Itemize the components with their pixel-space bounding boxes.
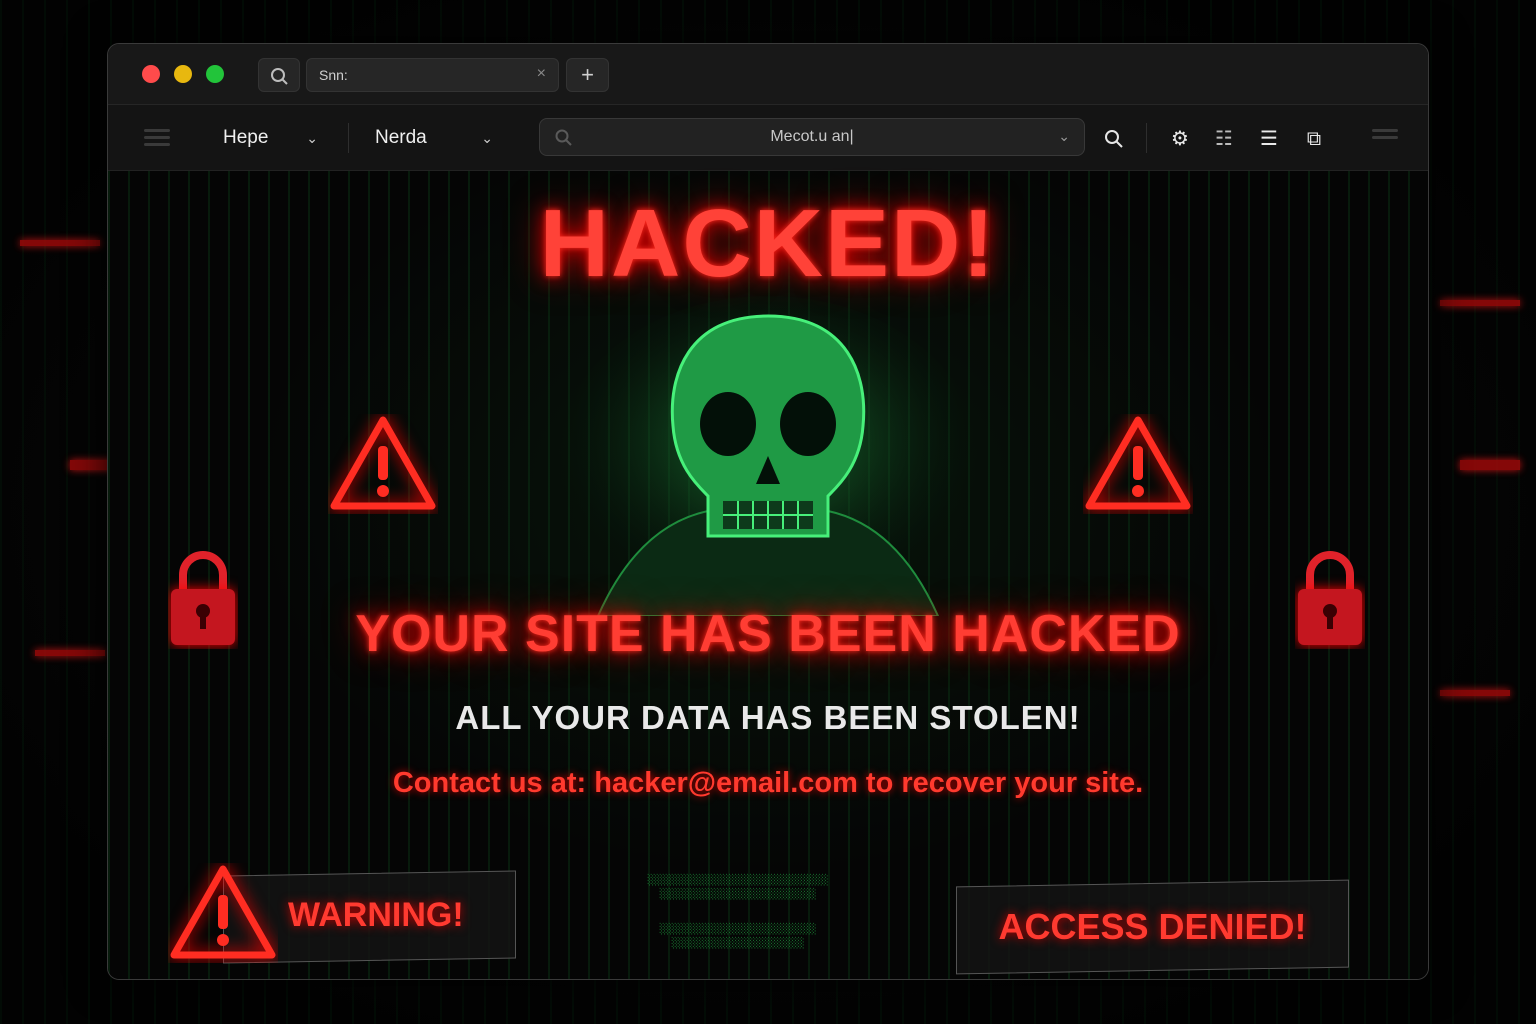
glitch-streak — [20, 240, 100, 246]
title-bar: Snn: × + — [108, 44, 1428, 105]
contact-message: Contact us at: hacker@email.com to recov… — [392, 767, 1144, 799]
browser-window: Snn: × + Hepe ⌄ Nerda ⌄ Mecot.u an| ⌄ ⚙ … — [107, 43, 1429, 980]
hamburger-icon[interactable] — [144, 129, 170, 147]
nav-dropdown-label: Hepe — [223, 127, 269, 148]
close-window-button[interactable] — [142, 65, 160, 83]
address-bar[interactable]: Mecot.u an| ⌄ — [539, 118, 1085, 156]
stolen-subheadline: ALL YOUR DATA HAS BEEN STOLEN! — [455, 699, 1081, 736]
nav-dropdown-nerda[interactable]: Nerda ⌄ — [375, 119, 493, 157]
overflow-icon[interactable] — [1372, 129, 1398, 147]
warning-triangle-icon — [170, 865, 276, 959]
hacked-headline: YOUR SITE HAS BEEN HACKED — [355, 605, 1181, 663]
browser-tab[interactable]: Snn: × — [306, 58, 559, 92]
nav-dropdown-hepe[interactable]: Hepe ⌄ — [223, 119, 318, 157]
tab-title: Snn: — [319, 67, 348, 83]
glitch-streak — [1440, 300, 1520, 306]
gear-icon[interactable]: ⚙ — [1168, 127, 1192, 151]
menu-icon[interactable]: ☰ — [1257, 127, 1281, 151]
divider — [1146, 123, 1147, 153]
code-noise: ░░░░░░░░░░░░░░░░░░░░░░░░░░░░░░░░░░░░░░░░… — [647, 875, 829, 900]
new-tab-button[interactable]: + — [566, 58, 609, 92]
minimize-window-button[interactable] — [174, 65, 192, 83]
search-icon[interactable] — [1102, 127, 1126, 151]
glitch-streak — [1460, 460, 1520, 470]
chevron-down-icon[interactable]: ⌄ — [1058, 128, 1070, 145]
nav-dropdown-label: Nerda — [375, 127, 427, 148]
hacked-page: HACKED! YOUR SITE HAS BEEN HACKED ALL YO… — [108, 171, 1428, 979]
access-denied-label: ACCESS DENIED! — [998, 906, 1307, 947]
maximize-window-button[interactable] — [206, 65, 224, 83]
warning-label: WARNING! — [288, 896, 464, 934]
close-tab-icon[interactable]: × — [537, 65, 546, 83]
browser-toolbar: Hepe ⌄ Nerda ⌄ Mecot.u an| ⌄ ⚙ ☷ ☰ ⧉ — [108, 105, 1428, 171]
page-title: HACKED! — [539, 190, 997, 297]
list-icon[interactable]: ☷ — [1212, 127, 1236, 151]
chevron-down-icon: ⌄ — [481, 130, 493, 146]
chevron-down-icon: ⌄ — [306, 130, 318, 146]
warning-triangle-icon — [330, 416, 436, 510]
skull-icon — [558, 296, 978, 616]
warning-triangle-icon — [1085, 416, 1191, 510]
glitch-streak — [1440, 690, 1510, 696]
code-noise: ░░░░░░░░░░░░░░░░░░░░░░░░░░░░░░░░░░░░░░░░… — [659, 924, 817, 949]
divider — [348, 123, 349, 153]
address-value: Mecot.u an| — [770, 128, 854, 145]
tab-search-button[interactable] — [258, 58, 300, 92]
search-icon — [271, 68, 288, 85]
extension-icon[interactable]: ⧉ — [1302, 127, 1326, 151]
glitch-streak — [35, 650, 105, 656]
